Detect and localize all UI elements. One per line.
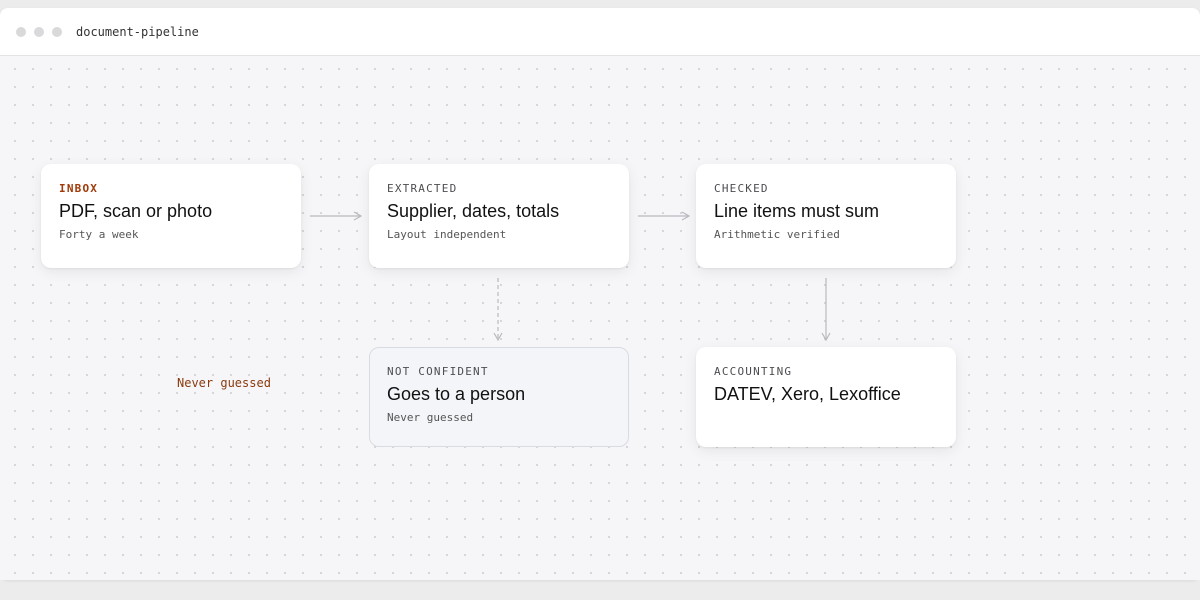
node-extracted-sub: Layout independent: [387, 228, 507, 241]
edge-layer: [310, 211, 831, 342]
node-inbox-sub: Forty a week: [59, 228, 139, 241]
node-checked-kicker: CHECKED: [714, 182, 769, 195]
node-extracted-kicker: EXTRACTED: [387, 182, 458, 195]
node-not-confident-kicker: NOT CONFIDENT: [387, 365, 489, 378]
node-not-confident-heading: Goes to a person: [387, 384, 526, 404]
node-accounting[interactable]: ACCOUNTING DATEV, Xero, Lexoffice: [696, 347, 956, 447]
node-checked[interactable]: CHECKED Line items must sum Arithmetic v…: [696, 164, 956, 268]
node-inbox[interactable]: INBOX PDF, scan or photo Forty a week: [41, 164, 301, 268]
node-extracted[interactable]: EXTRACTED Supplier, dates, totals Layout…: [369, 164, 629, 268]
node-inbox-heading: PDF, scan or photo: [59, 201, 213, 221]
side-note: Never guessed: [177, 376, 271, 390]
node-inbox-kicker: INBOX: [59, 182, 99, 195]
node-not-confident-sub: Never guessed: [387, 411, 474, 424]
node-not-confident[interactable]: NOT CONFIDENT Goes to a person Never gue…: [369, 347, 629, 447]
node-checked-sub: Arithmetic verified: [714, 228, 840, 241]
node-accounting-heading: DATEV, Xero, Lexoffice: [714, 384, 901, 404]
node-extracted-heading: Supplier, dates, totals: [387, 201, 560, 221]
node-accounting-kicker: ACCOUNTING: [714, 365, 793, 378]
node-checked-heading: Line items must sum: [714, 201, 880, 221]
